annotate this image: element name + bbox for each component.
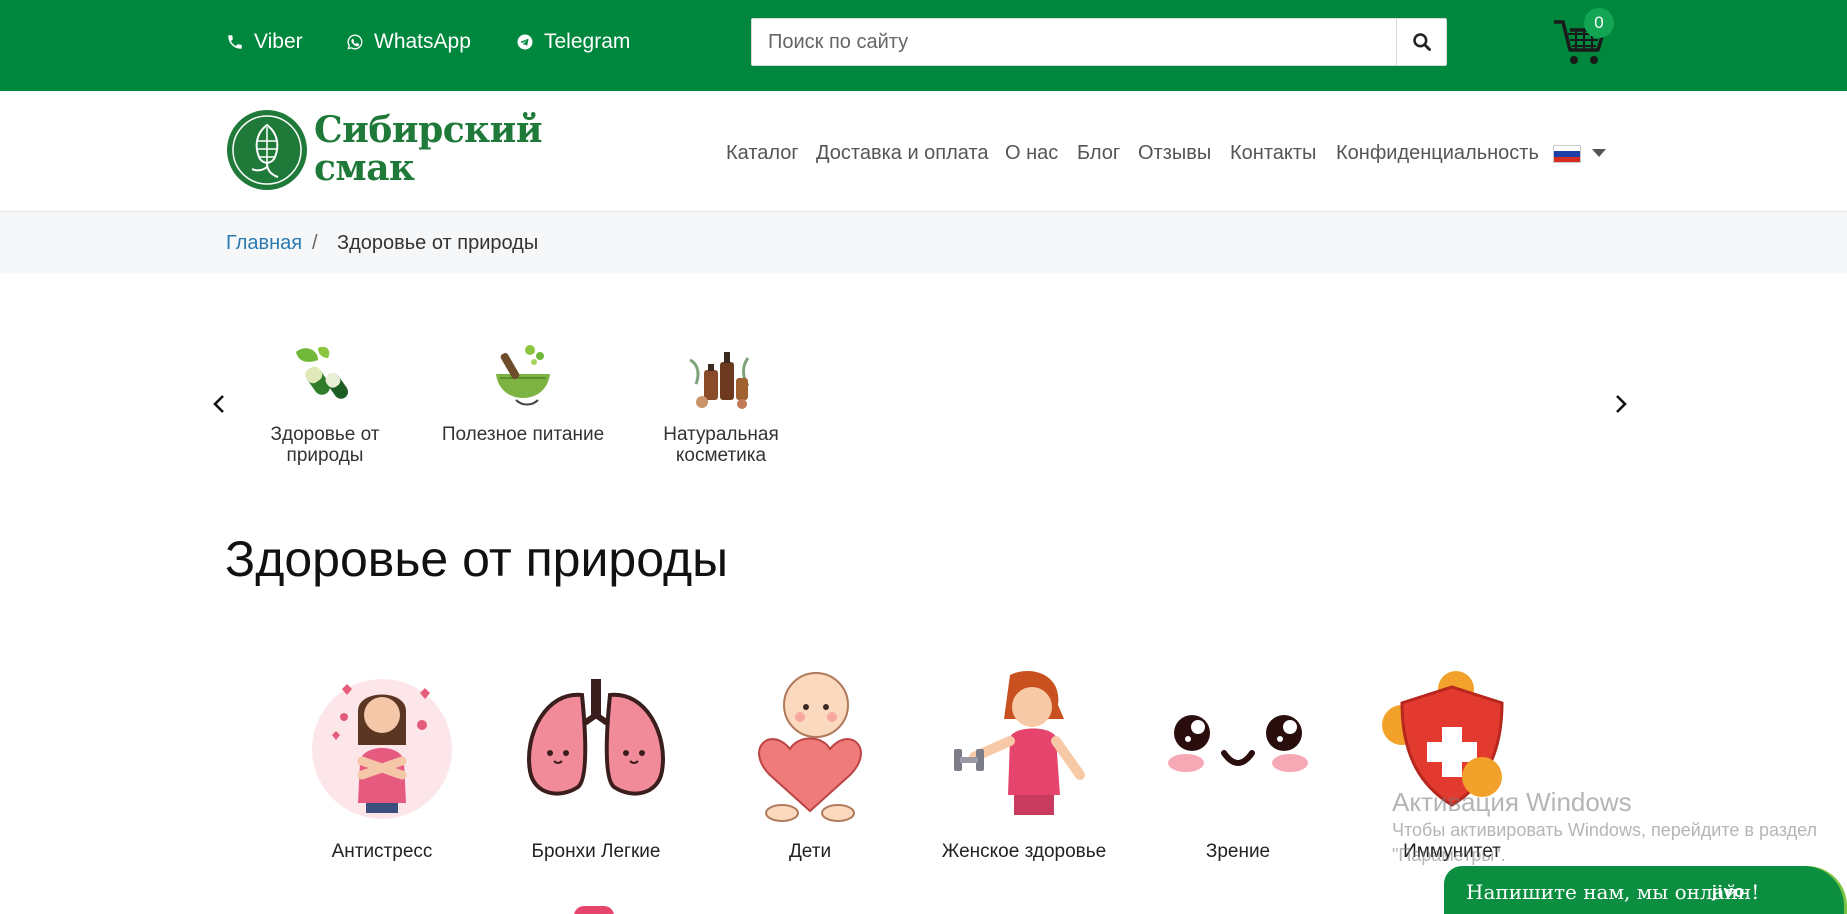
category-health[interactable]: Здоровье от природы [230,340,420,466]
subcategory-womens-health[interactable]: Женское здоровье [934,665,1114,863]
nav-reviews[interactable]: Отзывы [1138,142,1211,165]
capsules-leaf-icon [296,346,349,399]
nav-contacts[interactable]: Контакты [1230,142,1316,165]
chevron-left-icon[interactable] [208,392,232,416]
baby-heart-illustration-icon [758,672,862,822]
phone-icon [228,35,242,49]
breadcrumb-home[interactable]: Главная [226,232,302,255]
site-header: Сибирский смак Каталог Доставка и оплата… [0,91,1847,211]
nav-catalog[interactable]: Каталог [726,142,799,165]
subcategory-label: Женское здоровье [941,841,1107,862]
woman-dumbbell-illustration-icon [954,670,1085,815]
subcategory-lungs[interactable]: Бронхи Легкие [506,665,686,863]
category-label: Полезное питание [441,424,605,445]
whatsapp-icon [347,34,363,50]
chat-widget[interactable]: Напишите нам, мы онлайн! jivo [1444,866,1844,914]
search-box [751,18,1447,66]
chevron-right-icon[interactable] [1608,392,1632,416]
search-icon [1412,33,1431,51]
subcategory-label: Зрение [1205,841,1271,862]
breadcrumb-separator: / [312,232,318,254]
lungs-illustration-icon [527,679,665,796]
search-input[interactable] [752,19,1396,65]
search-button[interactable] [1396,19,1446,65]
windows-activation-title: Активация Windows [1392,787,1632,817]
category-label: Здоровье от природы [270,424,380,466]
subcategory-kids[interactable]: Дети [720,665,900,863]
telegram-label: Telegram [544,30,631,53]
ru-flag-icon[interactable] [1553,145,1581,163]
mortar-herbs-icon [496,345,550,406]
subcategory-label: Антистресс [331,841,433,862]
category-label: Натуральная косметика [663,424,779,466]
nav-privacy[interactable]: Конфиденциальность [1336,142,1539,165]
cute-face-illustration-icon [1168,715,1308,772]
chevron-down-icon[interactable] [1592,149,1606,157]
top-bar: Viber WhatsApp Telegram 0 [0,0,1847,91]
cosmetics-bottles-icon [689,352,750,409]
breadcrumb: Главная / Здоровье от природы [0,211,1847,273]
logo-text: Сибирский смак [314,109,543,189]
windows-activation-text-2: "Параметры". [1392,845,1506,865]
next-row-partial-image [574,906,614,914]
cart-count-badge: 0 [1584,8,1614,38]
subcategory-label: Бронхи Легкие [531,841,661,862]
hugging-woman-illustration-icon [312,679,452,819]
whatsapp-link[interactable]: WhatsApp [346,30,471,54]
jivo-logo: jivo [1712,882,1746,901]
nav-blog[interactable]: Блог [1077,142,1120,165]
breadcrumb-current: Здоровье от природы [337,232,539,254]
subcategory-label: Дети [788,841,832,862]
telegram-icon [517,34,533,50]
viber-label: Viber [254,30,303,53]
telegram-link[interactable]: Telegram [516,30,630,54]
nav-about[interactable]: О нас [1005,142,1058,165]
windows-activation-text: Чтобы активировать Windows, перейдите в … [1392,820,1818,840]
page-title: Здоровье от природы [225,531,729,587]
nav-delivery[interactable]: Доставка и оплата [816,142,989,165]
subcategory-antistress[interactable]: Антистресс [292,665,472,863]
category-nutrition[interactable]: Полезное питание [428,340,618,445]
category-cosmetics[interactable]: Натуральная косметика [626,340,816,466]
artichoke-logo-icon [227,110,307,190]
viber-link[interactable]: Viber [226,30,303,54]
subcategory-vision[interactable]: Зрение [1148,665,1328,863]
site-logo[interactable]: Сибирский смак [226,109,543,193]
whatsapp-label: WhatsApp [374,30,471,53]
